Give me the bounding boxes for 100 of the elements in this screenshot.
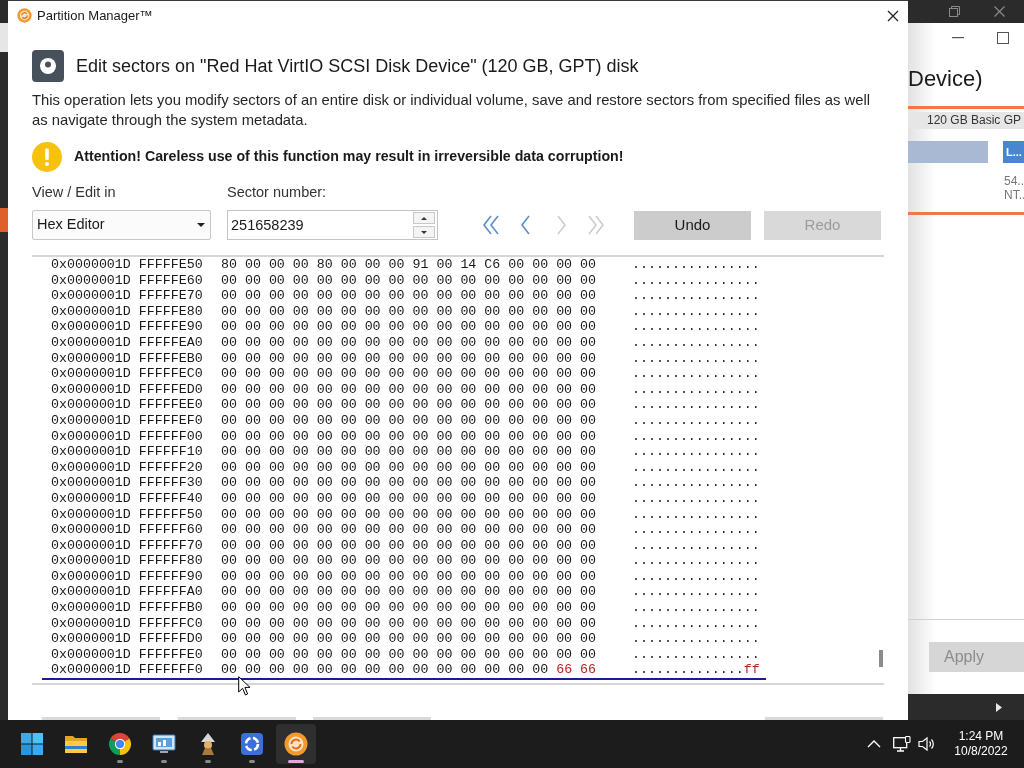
hex-bytes: 00 00 00 00 00 00 00 00 00 00 00 00 00 00 00 00 <box>221 646 597 662</box>
speaker-icon <box>918 736 936 752</box>
ascii-text: ................ <box>632 303 760 319</box>
ascii-text: ................ <box>632 475 760 491</box>
hex-offset: 0x0000001D FFFFFF60 <box>51 522 203 538</box>
hex-offset: 0x0000001D FFFFFFB0 <box>51 600 203 616</box>
disc-tile-icon <box>32 50 64 82</box>
hex-bytes: 00 00 00 00 00 00 00 00 00 00 00 00 00 00 00 00 <box>221 366 597 382</box>
warning-icon <box>32 142 62 172</box>
ascii-text: ................ <box>632 600 760 616</box>
warning-text: Attention! Careless use of this function may result in irreversible data corruption! <box>74 147 624 167</box>
hex-offset: 0x0000001D FFFFFF40 <box>51 490 203 506</box>
restore-icon <box>949 6 960 17</box>
ascii-text: ................ <box>632 459 760 475</box>
ascii-text: ................ <box>632 397 760 413</box>
ascii-text: ................ <box>632 568 760 584</box>
ascii-text: ................ <box>632 428 760 444</box>
hex-offset: 0x0000001D FFFFFED0 <box>51 381 203 397</box>
ascii-text: ................ <box>632 272 760 288</box>
ascii-text: ................ <box>632 506 760 522</box>
hex-offset: 0x0000001D FFFFFF90 <box>51 568 203 584</box>
hex-offset: 0x0000001D FFFFFE90 <box>51 319 203 335</box>
device-heading: Device) <box>908 66 983 91</box>
partition-filesystem: NT.. <box>1004 188 1024 202</box>
clock-date[interactable]: 10/8/2022 <box>954 744 1008 759</box>
ascii-text: ................ <box>632 646 760 662</box>
hex-offset: 0x0000001D FFFFFEB0 <box>51 350 203 366</box>
close-icon <box>994 6 1005 17</box>
hex-offset: 0x0000001D FFFFFE60 <box>51 272 203 288</box>
hex-offset: 0x0000001D FFFFFF30 <box>51 475 203 491</box>
hex-bytes: 00 00 00 00 00 00 00 00 00 00 00 00 00 00 00 00 <box>221 553 597 569</box>
hex-bytes: 00 00 00 00 00 00 00 00 00 00 00 00 00 00 00 00 <box>221 334 597 350</box>
swirl-disc-icon <box>17 8 32 23</box>
hex-offset: 0x0000001D FFFFFFE0 <box>51 646 203 662</box>
hex-offset: 0x0000001D FFFFFFF0 <box>51 662 203 678</box>
horizontal-scrollbar[interactable] <box>908 694 1024 720</box>
ascii-text: ................ <box>632 319 760 335</box>
hex-bytes: 00 00 00 00 00 00 00 00 00 00 00 00 00 00 00 00 <box>221 412 597 428</box>
caret-icon <box>197 223 205 227</box>
hex-bytes: 00 00 00 00 00 00 00 00 00 00 00 00 00 00 00 00 <box>221 490 597 506</box>
hex-offset: 0x0000001D FFFFFEC0 <box>51 366 203 382</box>
hex-bytes: 00 00 00 00 00 00 00 00 00 00 00 00 00 00 00 00 <box>221 475 597 491</box>
hex-offset: 0x0000001D FFFFFF20 <box>51 459 203 475</box>
partition-tile: L... <box>1003 141 1024 163</box>
right-triangle-icon <box>996 702 1002 712</box>
hex-bytes: 00 00 00 00 00 00 00 00 00 00 00 00 00 00 00 00 <box>221 631 597 647</box>
hex-offset: 0x0000001D FFFFFEA0 <box>51 334 203 350</box>
ascii-text: ................ <box>632 350 760 366</box>
hex-bytes: 80 00 00 00 80 00 00 00 91 00 14 C6 00 00 00 00 <box>221 257 597 272</box>
ascii-text: ................ <box>632 366 760 382</box>
four-squares-icon <box>20 732 44 756</box>
ascii-text: ................ <box>632 412 760 428</box>
hex-offset: 0x0000001D FFFFFE70 <box>51 288 203 304</box>
spin-up-button[interactable] <box>413 212 435 224</box>
color-wheel-icon <box>108 732 132 756</box>
hex-bytes: 00 00 00 00 00 00 00 00 00 00 00 00 00 00 00 00 <box>221 428 597 444</box>
double-right-chevron-icon <box>587 215 605 235</box>
hex-offset: 0x0000001D FFFFFF10 <box>51 444 203 460</box>
sector-number-field[interactable]: 251658239 <box>227 210 438 240</box>
hex-offset: 0x0000001D FFFFFFD0 <box>51 631 203 647</box>
hex-bytes: 00 00 00 00 00 00 00 00 00 00 00 00 00 00 00 00 <box>221 288 597 304</box>
ascii-text: ................ <box>632 553 760 569</box>
hex-bytes: 00 00 00 00 00 00 00 00 00 00 00 00 00 00 66 66 <box>221 662 597 678</box>
hex-offset: 0x0000001D FFFFFF80 <box>51 553 203 569</box>
clock-time[interactable]: 1:24 PM <box>958 729 1004 744</box>
hex-offset: 0x0000001D FFFFFF70 <box>51 537 203 553</box>
taskbar-app-button[interactable] <box>276 724 316 764</box>
chevron-up-icon <box>867 740 881 748</box>
hex-offset: 0x0000001D FFFFFEF0 <box>51 412 203 428</box>
hex-offset: 0x0000001D FFFFFE50 <box>51 257 203 272</box>
monitor-plug-icon <box>893 736 911 752</box>
down-triangle-icon <box>421 230 427 234</box>
ascii-text: ................ <box>632 381 760 397</box>
spin-down-button[interactable] <box>413 226 435 238</box>
view-edit-dropdown[interactable]: Hex Editor <box>32 210 211 240</box>
hex-bytes: 00 00 00 00 00 00 00 00 00 00 00 00 00 00 00 00 <box>221 568 597 584</box>
hex-bytes: 00 00 00 00 00 00 00 00 00 00 00 00 00 00 00 00 <box>221 600 597 616</box>
scrollbar-thumb[interactable] <box>879 650 883 667</box>
disk-label: 120 GB Basic GP <box>908 112 1024 129</box>
description-text: This operation lets you modify sectors of an entire disk or individual volume, save and restore sectors from specified files as well as navigate through the system metadata. <box>32 91 872 130</box>
close-icon <box>887 9 899 22</box>
window-title: Partition Manager™ <box>37 6 153 25</box>
hex-bytes: 00 00 00 00 00 00 00 00 00 00 00 00 00 00 00 00 <box>221 522 597 538</box>
hex-bytes: 00 00 00 00 00 00 00 00 00 00 00 00 00 00 00 00 <box>221 381 597 397</box>
hex-bytes: 00 00 00 00 00 00 00 00 00 00 00 00 00 00 00 00 <box>221 319 597 335</box>
hex-bytes: 00 00 00 00 00 00 00 00 00 00 00 00 00 00 00 00 <box>221 506 597 522</box>
up-triangle-icon <box>421 216 427 220</box>
ascii-text: ................ <box>632 537 760 553</box>
undo-button[interactable]: Undo <box>634 210 751 240</box>
hex-offset: 0x0000001D FFFFFFC0 <box>51 615 203 631</box>
hex-bytes: 00 00 00 00 00 00 00 00 00 00 00 00 00 00 00 00 <box>221 272 597 288</box>
hex-offset: 0x0000001D FFFFFEE0 <box>51 397 203 413</box>
ascii-text: ................ <box>632 522 760 538</box>
ascii-text: ................ <box>632 334 760 350</box>
hex-offset: 0x0000001D FFFFFFA0 <box>51 584 203 600</box>
swirl-disc-icon <box>284 732 308 756</box>
ascii-text: ................ <box>632 631 760 647</box>
hex-bytes: 00 00 00 00 00 00 00 00 00 00 00 00 00 00 00 00 <box>221 459 597 475</box>
hex-offset: 0x0000001D FFFFFF50 <box>51 506 203 522</box>
hex-bytes: 00 00 00 00 00 00 00 00 00 00 00 00 00 00 00 00 <box>221 303 597 319</box>
